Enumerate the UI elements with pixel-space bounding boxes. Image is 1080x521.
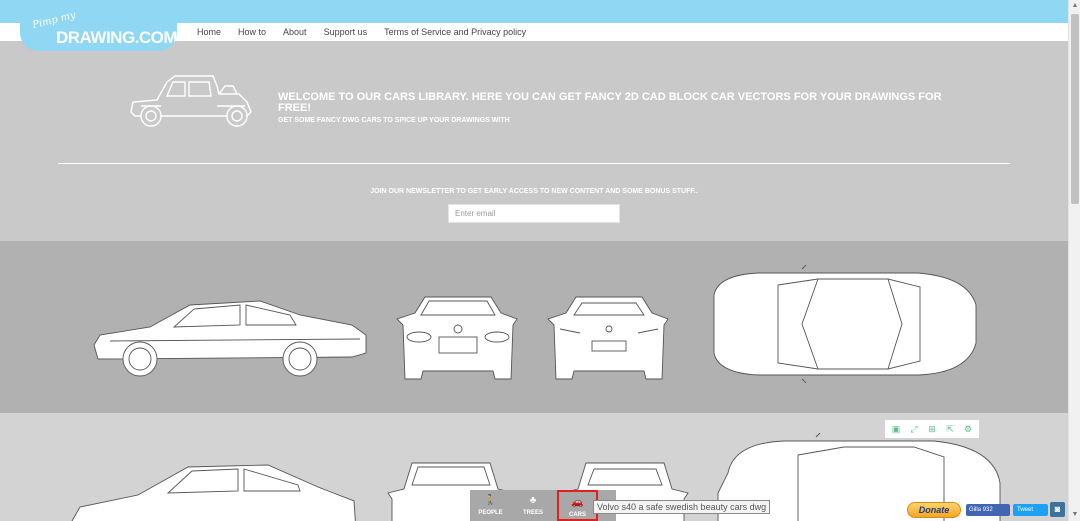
tooltip: Volvo s40 a safe swedish beauty cars dwg bbox=[593, 500, 771, 514]
tweet-button[interactable]: Tweet bbox=[1013, 504, 1048, 516]
nav-support-us[interactable]: Support us bbox=[324, 27, 368, 37]
car-icon: 🚗 bbox=[571, 497, 584, 508]
share-icon[interactable]: ⇱ bbox=[942, 422, 958, 436]
site-logo[interactable]: Pimp my DRAWING.COM bbox=[20, 12, 177, 51]
save-icon[interactable]: ⊞ bbox=[924, 422, 940, 436]
category-people-label: PEOPLE bbox=[478, 510, 503, 516]
newsletter-text: JOIN OUR NEWSLETTER TO GET EARLY ACCESS … bbox=[370, 188, 698, 195]
fullscreen-icon[interactable]: ⤢ bbox=[906, 422, 922, 436]
card-toolbar: ▣ ⤢ ⊞ ⇱ ⚙ bbox=[885, 420, 979, 438]
section-divider bbox=[58, 163, 1010, 164]
main-nav: Home How to About Support us Terms of Se… bbox=[197, 27, 543, 37]
bookmark-icon[interactable]: ▣ bbox=[888, 422, 904, 436]
car-rear-view bbox=[546, 293, 672, 383]
facebook-like-button[interactable]: Gilla 932 bbox=[966, 504, 1010, 516]
page-scrollbar[interactable]: ▲ ▼ bbox=[1068, 0, 1080, 521]
logo-main-text: DRAWING.COM bbox=[56, 28, 177, 47]
car-side-view bbox=[68, 461, 360, 521]
hero-title: WELCOME TO OUR CARS LIBRARY. HERE YOU CA… bbox=[278, 91, 942, 114]
scroll-thumb[interactable] bbox=[1071, 14, 1079, 204]
category-cars-label: CARS bbox=[568, 512, 586, 518]
car-front-view bbox=[395, 293, 521, 383]
hero-subtitle: GET SOME FANCY DWG CARS TO SPICE UP YOUR… bbox=[278, 117, 510, 124]
category-trees[interactable]: ♣ TREES bbox=[511, 490, 555, 521]
category-trees-label: TREES bbox=[522, 510, 543, 516]
settings-icon[interactable]: ⚙ bbox=[960, 422, 976, 436]
category-cars[interactable]: 🚗 CARS bbox=[557, 490, 598, 521]
category-people[interactable]: 🚶 PEOPLE bbox=[470, 490, 511, 521]
car-card-mercedes[interactable] bbox=[0, 241, 1068, 413]
person-icon: 🚶 bbox=[484, 495, 497, 506]
nav-how-to[interactable]: How to bbox=[238, 27, 266, 37]
car-side-view bbox=[90, 295, 370, 381]
nav-home[interactable]: Home bbox=[197, 27, 221, 37]
nav-about[interactable]: About bbox=[283, 27, 307, 37]
scroll-up-arrow-icon[interactable]: ▲ bbox=[1069, 0, 1080, 12]
nav-terms[interactable]: Terms of Service and Privacy policy bbox=[384, 27, 526, 37]
donate-button[interactable]: Donate bbox=[907, 502, 961, 518]
car-top-view bbox=[698, 265, 980, 383]
vintage-car-illustration bbox=[127, 72, 257, 137]
email-input[interactable] bbox=[448, 204, 620, 223]
tree-icon: ♣ bbox=[529, 495, 537, 506]
scroll-down-arrow-icon[interactable]: ▼ bbox=[1069, 509, 1080, 521]
instagram-icon[interactable]: ◙ bbox=[1050, 502, 1065, 517]
